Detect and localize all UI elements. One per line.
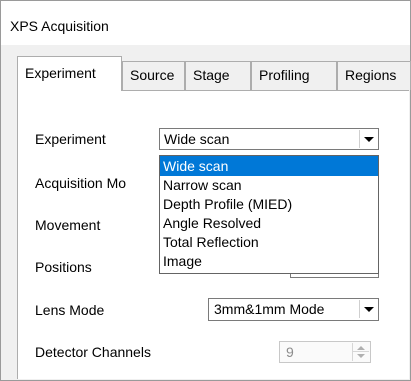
acquisition-mode-label: Acquisition Mo [35, 175, 127, 191]
window-title: XPS Acquisition [10, 18, 109, 34]
tab-regions[interactable]: Regions [337, 61, 411, 90]
experiment-combobox[interactable]: Wide scan [159, 128, 379, 150]
tab-experiment[interactable]: Experiment [17, 56, 122, 91]
spinner-down-icon [357, 354, 365, 358]
tab-profiling[interactable]: Profiling [251, 61, 337, 90]
dropdown-option-narrow-scan[interactable]: Narrow scan [160, 175, 378, 195]
detector-channels-spinner: 9 [279, 341, 371, 363]
chevron-down-icon [364, 307, 374, 312]
dropdown-option-total-reflection[interactable]: Total Reflection [160, 232, 378, 252]
dropdown-option-angle-resolved[interactable]: Angle Resolved [160, 213, 378, 233]
experiment-dropdown-button[interactable] [359, 130, 377, 148]
detector-channels-label: Detector Channels [35, 344, 151, 360]
dropdown-option-depth-profile[interactable]: Depth Profile (MIED) [160, 194, 378, 214]
lens-mode-value: 3mm&1mm Mode [214, 301, 325, 317]
lens-mode-label: Lens Mode [35, 302, 105, 318]
dropdown-option-wide-scan[interactable]: Wide scan [160, 156, 378, 176]
lens-mode-combobox[interactable]: 3mm&1mm Mode [208, 298, 379, 321]
experiment-label: Experiment [35, 131, 106, 147]
positions-label: Positions [35, 259, 92, 275]
detector-channels-value: 9 [286, 344, 294, 360]
tab-source[interactable]: Source [122, 61, 185, 90]
chevron-down-icon [364, 137, 374, 142]
tab-stage[interactable]: Stage [185, 61, 251, 90]
lens-mode-dropdown-button[interactable] [359, 300, 377, 318]
experiment-combobox-value: Wide scan [164, 131, 230, 147]
spinner-buttons [352, 343, 369, 361]
spinner-up-icon [357, 346, 365, 350]
title-bar: XPS Acquisition [1, 1, 410, 45]
dropdown-option-image[interactable]: Image [160, 251, 378, 271]
movement-label: Movement [35, 217, 101, 233]
spinner-divider [353, 351, 369, 352]
experiment-dropdown-list: Wide scan Narrow scan Depth Profile (MIE… [159, 155, 379, 274]
